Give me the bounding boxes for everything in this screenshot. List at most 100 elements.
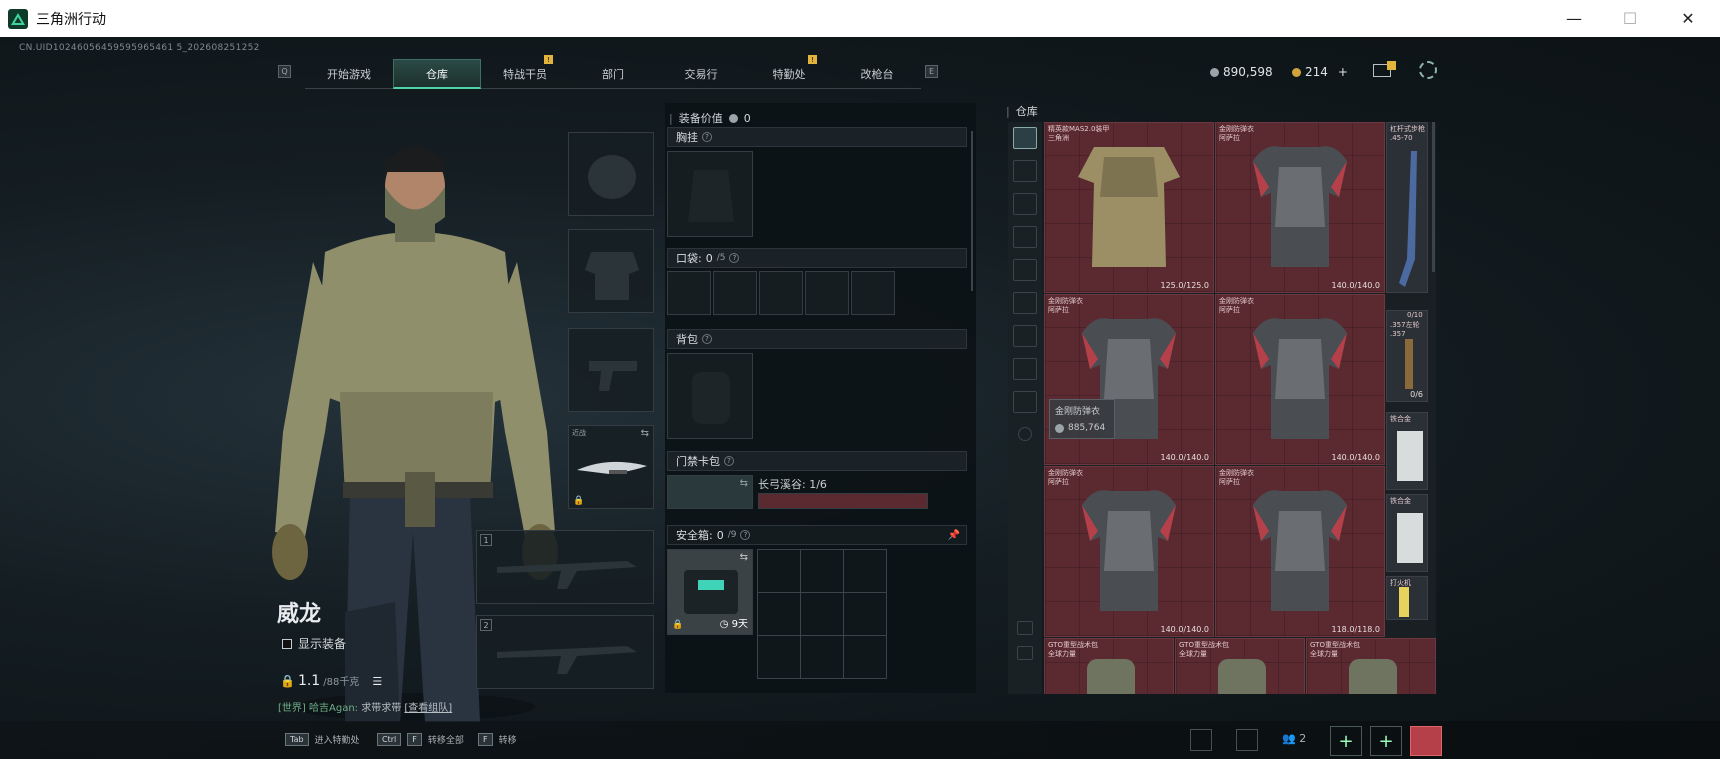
- add-currency-button[interactable]: +: [1338, 65, 1348, 79]
- help-icon[interactable]: ?: [740, 530, 751, 540]
- hotkey-transfer[interactable]: F 转移: [478, 733, 517, 746]
- settings-gear-icon[interactable]: [1419, 61, 1437, 79]
- chat-link[interactable]: [查看组队]: [404, 703, 452, 714]
- secondary-weapon-slot[interactable]: 2: [476, 615, 654, 689]
- swap-icon[interactable]: ⇆: [740, 478, 748, 489]
- hotkey-special-ops[interactable]: Tab 进入特勤处: [285, 733, 360, 746]
- flag-icon[interactable]: [1236, 729, 1258, 751]
- safebox-expiry: ◷ 9天: [719, 619, 748, 630]
- tab-special-ops[interactable]: 特勤处!: [745, 55, 833, 89]
- helmet-slot[interactable]: [568, 132, 654, 216]
- warehouse-tab-icon[interactable]: [1013, 325, 1037, 347]
- help-icon[interactable]: ?: [702, 334, 712, 344]
- keycap: F: [478, 733, 493, 746]
- stats-icon[interactable]: [1190, 729, 1212, 751]
- tab-gunsmith[interactable]: 改枪台: [833, 59, 921, 89]
- armor-icon: [585, 252, 639, 300]
- all-items-icon[interactable]: [1013, 127, 1037, 149]
- layers-icon[interactable]: [1017, 621, 1033, 635]
- invite-slot-button[interactable]: +: [1370, 726, 1402, 756]
- warehouse-tab-icon[interactable]: [1013, 193, 1037, 215]
- warehouse-item[interactable]: 金刚防弹衣 阿萨拉 140.0/140.0: [1044, 294, 1214, 465]
- show-equipment-toggle[interactable]: 显示装备: [282, 635, 346, 652]
- ticket-balance[interactable]: 214 +: [1292, 65, 1348, 79]
- settings-icon[interactable]: [1018, 427, 1032, 441]
- swap-icon[interactable]: ⇆: [641, 428, 649, 439]
- tab-department[interactable]: 部门: [569, 59, 657, 89]
- squad-members[interactable]: 👥 2: [1282, 732, 1306, 745]
- lock-icon: 🔒: [573, 496, 585, 506]
- chest-rig-label: 胸挂: [676, 131, 698, 144]
- swap-icon[interactable]: ⇆: [740, 552, 748, 563]
- item-durability: 140.0/140.0: [1160, 453, 1210, 462]
- close-button[interactable]: ✕: [1660, 0, 1716, 37]
- chat-line: [世界] 哈吉Agan: 求带求带 [查看组队]: [278, 699, 452, 714]
- warehouse-tab-icon[interactable]: [1013, 358, 1037, 380]
- warehouse-tab-icon[interactable]: [1013, 391, 1037, 413]
- help-icon[interactable]: ?: [724, 456, 734, 466]
- hotkey-transfer-all[interactable]: Ctrl F 转移全部: [377, 733, 464, 746]
- warehouse-item[interactable]: 打火机: [1386, 576, 1428, 620]
- help-icon[interactable]: ?: [729, 253, 740, 263]
- maximize-button[interactable]: ☐: [1602, 0, 1658, 37]
- tab-warehouse[interactable]: 仓库: [393, 59, 481, 89]
- pocket-slot[interactable]: [667, 271, 711, 315]
- warehouse-tab-icon[interactable]: [1013, 259, 1037, 281]
- primary-weapon-slot[interactable]: 1: [476, 530, 654, 604]
- minimize-button[interactable]: —: [1546, 0, 1602, 37]
- nav-prev-key[interactable]: Q: [278, 65, 291, 78]
- tab-operators[interactable]: 特战干员!: [481, 55, 569, 89]
- safebox-grid[interactable]: [757, 549, 887, 679]
- pocket-slot[interactable]: [713, 271, 757, 315]
- warehouse-item[interactable]: .357左轮 .357 0/10 0/6: [1386, 310, 1428, 402]
- pocket-slot[interactable]: [805, 271, 849, 315]
- melee-slot[interactable]: 近战 ⇆ 🔒: [568, 425, 654, 509]
- warehouse-item[interactable]: 金刚防弹衣 阿萨拉 140.0/140.0: [1215, 294, 1385, 465]
- armor-slot[interactable]: [568, 229, 654, 313]
- notification-badge: !: [544, 55, 553, 64]
- warehouse-title-text: 仓库: [1015, 105, 1038, 118]
- rifle-icon: [497, 646, 637, 674]
- invite-slot-button[interactable]: +: [1330, 726, 1362, 756]
- warehouse-item[interactable]: 金刚防弹衣 阿萨拉 140.0/140.0: [1215, 122, 1385, 293]
- player-avatar[interactable]: [1410, 726, 1442, 756]
- warehouse-item[interactable]: 铁合金: [1386, 412, 1428, 490]
- chat-channel: [世界]: [278, 703, 306, 714]
- warehouse-scrollbar[interactable]: [1432, 122, 1435, 272]
- keycard-slot[interactable]: [758, 493, 928, 509]
- tab-label: 仓库: [426, 67, 448, 81]
- steel-armor-icon: [1253, 318, 1347, 439]
- nav-next-key[interactable]: E: [925, 65, 938, 78]
- warehouse-item[interactable]: GTO重型战术包 全球力量: [1044, 638, 1174, 694]
- help-icon[interactable]: ?: [702, 132, 712, 142]
- warehouse-item[interactable]: GTO重型战术包 全球力量: [1306, 638, 1436, 694]
- weight-list-icon[interactable]: ☰: [372, 675, 382, 688]
- pocket-slot[interactable]: [759, 271, 803, 315]
- warehouse-item[interactable]: 杠杆式步枪 .45-70: [1386, 122, 1428, 293]
- warehouse-item[interactable]: 金刚防弹衣 阿萨拉 118.0/118.0: [1215, 466, 1385, 637]
- pin-icon[interactable]: 📌: [948, 530, 960, 541]
- warehouse-item[interactable]: 金刚防弹衣 阿萨拉 140.0/140.0: [1044, 466, 1214, 637]
- safebox-item[interactable]: ⇆ 🔒 ◷ 9天: [667, 549, 753, 635]
- show-equipment-checkbox[interactable]: [282, 638, 292, 649]
- tab-trade[interactable]: 交易行: [657, 59, 745, 89]
- warehouse-tab-icon[interactable]: [1013, 292, 1037, 314]
- warehouse-item[interactable]: GTO重型战术包 全球力量: [1175, 638, 1305, 694]
- sort-icon[interactable]: [1017, 646, 1033, 660]
- warehouse-item[interactable]: 精英款MAS2.0装甲 三角洲 125.0/125.0: [1044, 122, 1214, 293]
- backpack-slot[interactable]: [667, 353, 753, 439]
- keycap: F: [407, 733, 422, 746]
- warehouse-item[interactable]: 铁合金: [1386, 494, 1428, 572]
- warehouse-tab-icon[interactable]: [1013, 226, 1037, 248]
- window-title: 三角洲行动: [36, 11, 106, 28]
- chest-rig-slot[interactable]: [667, 151, 753, 237]
- loadout-scrollbar[interactable]: [971, 131, 973, 291]
- keycard-case-slot[interactable]: ⇆: [667, 475, 753, 509]
- tab-start-game[interactable]: 开始游戏: [305, 59, 393, 89]
- loadout-panel: | 装备价值 0 胸挂? 口袋: 0 /5 ? 背包? 门禁卡包? ⇆ 长弓溪谷…: [665, 103, 976, 693]
- user-uid: CN.UID10246056459595965461 5_20260825125…: [19, 43, 260, 53]
- warehouse-tab-icon[interactable]: [1013, 160, 1037, 182]
- operator-name: 威龙: [277, 602, 322, 627]
- pocket-slot[interactable]: [851, 271, 895, 315]
- pistol-slot[interactable]: [568, 328, 654, 412]
